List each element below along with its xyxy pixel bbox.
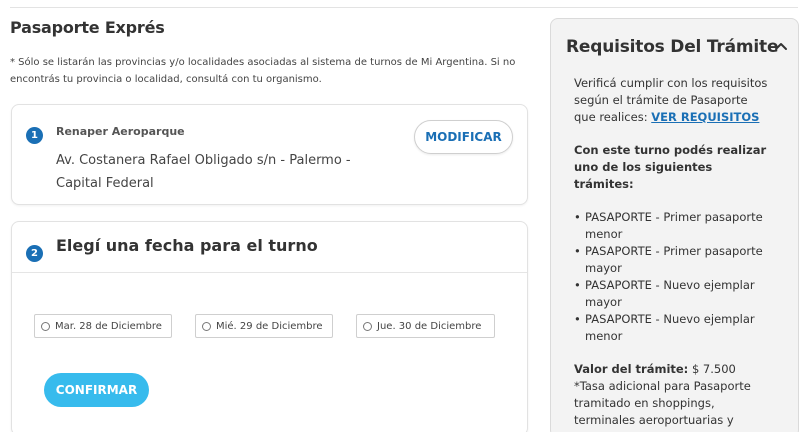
office-name: Renaper Aeroparque xyxy=(56,125,185,138)
view-requirements-link[interactable]: VER REQUISITOS xyxy=(651,110,759,124)
office-address: Av. Costanera Rafael Obligado s/n - Pale… xyxy=(56,153,351,191)
date-option-label: Jue. 30 de Diciembre xyxy=(377,320,482,332)
date-option-2[interactable]: Mié. 29 de Diciembre xyxy=(195,314,333,338)
confirm-button[interactable]: CONFIRMAR xyxy=(44,373,149,407)
fee-value: $ 7.500 xyxy=(691,362,736,376)
tramite-item: PASAPORTE - Nuevo ejemplar menor xyxy=(574,311,772,345)
chevron-up-icon[interactable] xyxy=(773,38,789,54)
office-card: 1 Renaper Aeroparque Av. Costanera Rafae… xyxy=(11,104,528,205)
tramites-subheading: Con este turno podés realizar uno de los… xyxy=(574,143,767,191)
page-title: Pasaporte Exprés xyxy=(10,18,165,37)
radio-icon[interactable] xyxy=(41,321,50,331)
modify-button[interactable]: MODIFICAR xyxy=(414,120,513,154)
top-divider xyxy=(10,7,798,8)
step-1-badge: 1 xyxy=(26,127,43,144)
fee-label: Valor del trámite: xyxy=(574,362,689,376)
date-section-heading: Elegí una fecha para el turno xyxy=(56,236,318,255)
radio-icon[interactable] xyxy=(363,321,372,331)
step-2-badge: 2 xyxy=(26,245,43,262)
date-option-1[interactable]: Mar. 28 de Diciembre xyxy=(34,314,172,338)
requirements-panel: Requisitos Del Trámite Verificá cumplir … xyxy=(550,18,799,432)
date-option-3[interactable]: Jue. 30 de Diciembre xyxy=(356,314,495,338)
fee-block: Valor del trámite: $ 7.500 *Tasa adicion… xyxy=(574,361,772,432)
requirements-body: Verificá cumplir con los requisitos segú… xyxy=(574,75,772,432)
date-option-label: Mié. 29 de Diciembre xyxy=(216,320,323,332)
radio-icon[interactable] xyxy=(202,321,211,331)
tramite-item: PASAPORTE - Primer pasaporte menor xyxy=(574,209,772,243)
tramites-list: PASAPORTE - Primer pasaporte menor PASAP… xyxy=(574,209,772,345)
requirements-intro: Verificá cumplir con los requisitos segú… xyxy=(574,75,772,126)
date-option-label: Mar. 28 de Diciembre xyxy=(55,320,162,332)
date-card: 2 Elegí una fecha para el turno Mar. 28 … xyxy=(11,221,528,432)
requirements-title: Requisitos Del Trámite xyxy=(566,37,779,57)
card-divider xyxy=(12,272,527,273)
tramite-item: PASAPORTE - Primer pasaporte mayor xyxy=(574,243,772,277)
tramite-item: PASAPORTE - Nuevo ejemplar mayor xyxy=(574,277,772,311)
disclaimer-text: * Sólo se listarán las provincias y/o lo… xyxy=(10,57,516,85)
fee-note: *Tasa adicional para Pasaporte tramitado… xyxy=(574,379,751,432)
